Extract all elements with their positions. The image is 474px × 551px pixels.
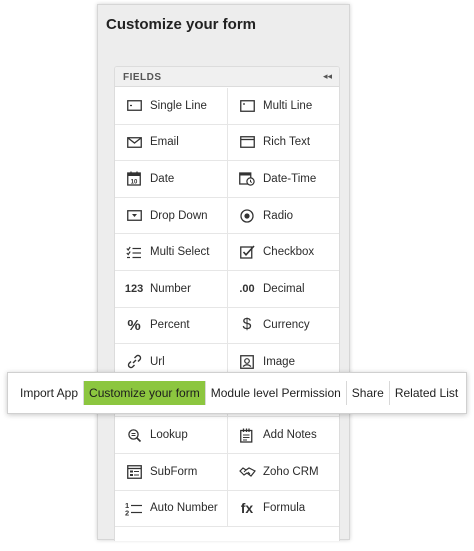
field-item-label: Email (150, 136, 179, 149)
field-item-label: Rich Text (263, 136, 311, 149)
field-item-rich-text[interactable]: Rich Text (228, 125, 339, 161)
field-item-checkbox[interactable]: Checkbox (228, 234, 339, 270)
date-time-icon (238, 171, 256, 187)
field-row: SubForm Zoho CRM (115, 453, 339, 491)
svg-text:2: 2 (125, 508, 129, 516)
multi-select-icon (125, 246, 143, 259)
collapse-icon[interactable]: ◂◂ (323, 71, 332, 82)
field-item-label: Url (150, 355, 165, 368)
number-icon: 123 (124, 282, 144, 295)
panel-title: Customize your form (106, 16, 257, 33)
field-item-label: Image (263, 355, 295, 368)
field-item-label: SubForm (150, 465, 198, 478)
field-item-multi-select[interactable]: Multi Select (115, 234, 228, 270)
field-item-label: Date-Time (263, 172, 317, 185)
field-item-add-notes[interactable]: Add Notes (228, 417, 339, 453)
field-item-percent[interactable]: % Percent (115, 307, 228, 344)
field-item-label: Checkbox (263, 246, 315, 259)
field-item-label: Zoho CRM (263, 465, 319, 478)
image-icon (238, 355, 256, 369)
decimal-icon: .00 (239, 282, 255, 295)
multi-line-icon (238, 99, 256, 112)
field-row: 1 2 Auto Number fx Formula (115, 490, 339, 528)
field-row: Email Rich Text (115, 124, 339, 162)
email-icon (125, 136, 143, 148)
field-item-label: Drop Down (150, 209, 208, 222)
field-item-zoho-crm[interactable]: Zoho CRM (228, 454, 339, 490)
field-row: 123 Number .00 Decimal (115, 270, 339, 308)
field-item-label: Formula (263, 502, 306, 515)
subform-icon (125, 464, 143, 479)
field-item-drop-down[interactable]: Drop Down (115, 197, 228, 234)
field-item-label: Decimal (263, 282, 305, 295)
currency-icon: $ (242, 316, 252, 334)
tab-customize-your-form[interactable]: Customize your form (84, 381, 206, 405)
fields-section-label: FIELDS (123, 72, 162, 83)
svg-text:10: 10 (131, 180, 138, 186)
tab-import-app[interactable]: Import App (15, 381, 85, 405)
field-row: 10 Date Date-Time (115, 161, 339, 198)
lookup-icon (125, 428, 143, 443)
field-item-label: Number (150, 282, 191, 295)
field-item-decimal[interactable]: .00 Decimal (228, 271, 339, 307)
field-item-auto-number[interactable]: 1 2 Auto Number (115, 490, 228, 527)
percent-icon: % (127, 316, 141, 334)
date-icon: 10 (125, 171, 143, 187)
single-line-icon (125, 100, 143, 112)
field-item-label: Date (150, 172, 175, 185)
field-item-date[interactable]: 10 Date (115, 161, 228, 197)
field-item-currency[interactable]: $ Currency (228, 308, 339, 344)
checkbox-icon (238, 245, 256, 259)
field-item-label: Multi Line (263, 99, 313, 112)
field-item-lookup[interactable]: Lookup (115, 417, 228, 453)
url-icon (125, 354, 143, 369)
field-item-label: Auto Number (150, 502, 218, 515)
field-item-single-line[interactable]: Single Line (115, 88, 228, 124)
field-row: Drop Down Radio (115, 197, 339, 235)
field-item-multi-line[interactable]: Multi Line (228, 88, 339, 124)
drop-down-icon (125, 210, 143, 221)
tab-related-list[interactable]: Related List (390, 381, 463, 405)
field-item-radio[interactable]: Radio (228, 198, 339, 234)
field-item-label: Radio (263, 209, 294, 222)
field-item-label: Add Notes (263, 429, 317, 442)
field-item-label: Lookup (150, 429, 188, 442)
tab-module-level-permission[interactable]: Module level Permission (206, 381, 347, 405)
field-grid: Single Line Multi Line Email Rich Text 10 Dat… (115, 88, 339, 528)
fields-header: FIELDS ◂◂ (115, 67, 339, 87)
field-item-label: Percent (150, 319, 190, 332)
field-row: Single Line Multi Line (115, 88, 339, 125)
customize-form-panel: Customize your form FIELDS ◂◂ Single Lin… (97, 4, 350, 541)
field-item-date-time[interactable]: Date-Time (228, 161, 339, 197)
field-item-number[interactable]: 123 Number (115, 270, 228, 307)
zoho-crm-icon (238, 466, 256, 478)
add-notes-icon (238, 428, 256, 443)
field-item-label: Currency (263, 319, 310, 332)
field-item-email[interactable]: Email (115, 124, 228, 161)
field-item-subform[interactable]: SubForm (115, 453, 228, 490)
tab-bar: Import App Customize your form Module leve… (7, 372, 467, 414)
auto-number-icon: 12 (125, 501, 143, 516)
field-item-label: Single Line (150, 99, 207, 112)
fields-box: FIELDS ◂◂ Single Line Multi Line Email Rich… (114, 66, 340, 541)
formula-icon: fx (240, 500, 254, 517)
radio-icon (238, 208, 256, 223)
field-row: % Percent $ Currency (115, 307, 339, 345)
rich-text-icon (238, 136, 256, 149)
field-item-label: Multi Select (150, 246, 210, 259)
tab-share[interactable]: Share (347, 381, 390, 405)
field-row: Multi Select Checkbox (115, 234, 339, 271)
field-item-formula[interactable]: fx Formula (228, 491, 339, 527)
field-row: Lookup Add Notes (115, 417, 339, 454)
